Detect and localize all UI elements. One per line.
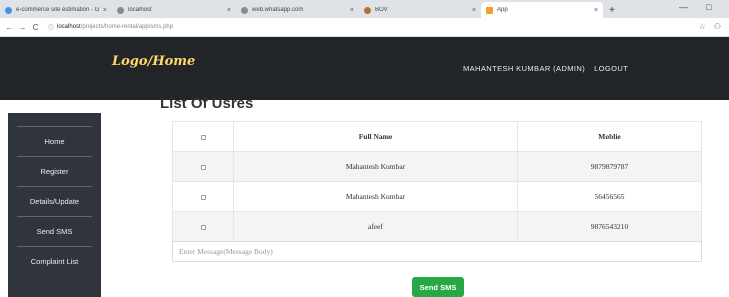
tab-favicon-icon [241, 6, 248, 14]
forward-icon[interactable]: → [16, 23, 29, 32]
full-name-cell: afeef [233, 211, 518, 242]
sidebar-item-complaint-list[interactable]: Complaint List [17, 246, 92, 276]
logout-link[interactable]: LOGOUT [594, 64, 628, 73]
address-bar: ← → C ⓘ localhost/projects/home-rental/a… [0, 18, 729, 37]
browser-tab-3[interactable]: web.whatsapp.com × [236, 2, 359, 18]
sidebar: Home Register Details/Update Send SMS Co… [8, 113, 101, 297]
site-logo[interactable]: Logo/Home [112, 54, 195, 69]
minimize-icon[interactable]: — [679, 2, 688, 12]
tab-close-icon[interactable]: × [472, 7, 476, 14]
send-sms-button[interactable]: Send SMS [412, 277, 464, 297]
browser-tab-1[interactable]: e-commerce site estimation - Gr... × [0, 2, 112, 18]
maximize-icon[interactable]: □ [706, 2, 711, 12]
browser-tab-bar: e-commerce site estimation - Gr... × loc… [0, 0, 729, 18]
sidebar-item-register[interactable]: Register [17, 156, 92, 186]
tab-close-icon[interactable]: × [594, 7, 598, 14]
header-nav: MAHANTESH KUMBAR (ADMIN) LOGOUT [463, 64, 628, 73]
table-header-row: Full Name Moblie [172, 121, 702, 152]
tab-title: App [497, 7, 508, 13]
select-all-checkbox[interactable] [200, 134, 206, 140]
browser-tab-2[interactable]: localhost × [112, 2, 236, 18]
users-table: Full Name Moblie Mahantesh Kumbar 987987… [172, 121, 702, 242]
browser-tab-5[interactable]: App × [481, 2, 603, 18]
site-info-icon[interactable]: ⓘ [48, 23, 54, 32]
message-body-input[interactable] [172, 241, 702, 262]
sidebar-item-home[interactable]: Home [17, 126, 92, 156]
table-row: Mahantesh Kumbar 9879879787 [172, 151, 702, 182]
bookmark-star-icon[interactable]: ☆ [699, 22, 706, 31]
tab-favicon-icon [486, 6, 493, 14]
full-name-cell: Mahantesh Kumbar [233, 181, 518, 212]
new-tab-button[interactable]: + [603, 2, 621, 18]
tab-title: localhost [128, 7, 152, 13]
row-select-cell[interactable] [172, 181, 234, 212]
mobile-cell: 9876543210 [517, 211, 702, 242]
tab-title: web.whatsapp.com [252, 7, 304, 13]
full-name-cell: Mahantesh Kumbar [233, 151, 518, 182]
tab-title: BOV [375, 7, 388, 13]
row-checkbox[interactable] [200, 224, 206, 230]
tab-title: e-commerce site estimation - Gr... [16, 7, 99, 13]
account-icon[interactable]: ⚇ [714, 22, 721, 31]
page-title: List Of Usres [160, 95, 254, 112]
site-header: Logo/Home MAHANTESH KUMBAR (ADMIN) LOGOU… [0, 37, 729, 100]
tab-favicon-icon [5, 6, 12, 14]
url-host: localhost [57, 24, 81, 30]
tab-close-icon[interactable]: × [350, 7, 354, 14]
url-path: /projects/home-rental/app/sms.php [80, 24, 174, 30]
tab-close-icon[interactable]: × [227, 7, 231, 14]
browser-tab-4[interactable]: BOV × [359, 2, 481, 18]
sidebar-item-details-update[interactable]: Details/Update [17, 186, 92, 216]
select-all-header[interactable] [172, 121, 234, 152]
tab-favicon-icon [364, 6, 371, 14]
reload-icon[interactable]: C [29, 23, 42, 32]
tab-close-icon[interactable]: × [103, 7, 107, 14]
mobile-cell: 9879879787 [517, 151, 702, 182]
table-row: afeef 9876543210 [172, 211, 702, 242]
row-select-cell[interactable] [172, 151, 234, 182]
row-select-cell[interactable] [172, 211, 234, 242]
mobile-cell: 56456565 [517, 181, 702, 212]
header-full-name: Full Name [233, 121, 518, 152]
row-checkbox[interactable] [200, 164, 206, 170]
url-field[interactable]: ⓘ localhost/projects/home-rental/app/sms… [48, 23, 173, 32]
header-mobile: Moblie [517, 121, 702, 152]
sidebar-item-send-sms[interactable]: Send SMS [17, 216, 92, 246]
current-user-label[interactable]: MAHANTESH KUMBAR (ADMIN) [463, 64, 585, 73]
row-checkbox[interactable] [200, 194, 206, 200]
table-row: Mahantesh Kumbar 56456565 [172, 181, 702, 212]
back-icon[interactable]: ← [3, 23, 16, 32]
tab-favicon-icon [117, 6, 124, 14]
